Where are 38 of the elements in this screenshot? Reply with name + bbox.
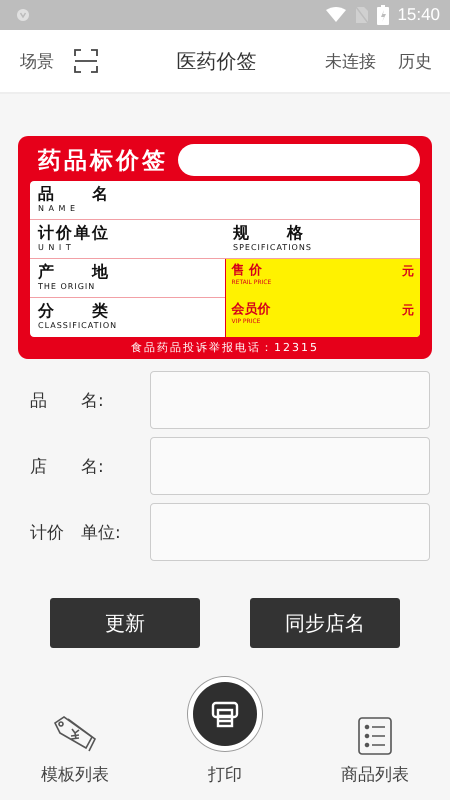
scene-link[interactable]: 场景 — [20, 50, 54, 72]
field-label-english: CLASSIFICATION — [38, 321, 118, 331]
history-link[interactable]: 历史 — [398, 50, 432, 72]
field-label-english: N A M E — [38, 204, 78, 214]
scan-icon[interactable] — [74, 49, 98, 73]
currency-unit: 元 — [402, 302, 414, 319]
list-icon — [358, 717, 392, 755]
nav-tab[interactable]: 打印 — [208, 763, 242, 786]
field-label-english: THE ORIGIN — [38, 282, 96, 292]
field-label: 分 类 — [38, 301, 108, 321]
update-button[interactable]: 更新 — [50, 598, 200, 648]
complaint-hotline: 食品药品投诉举报电话：12315 — [130, 340, 320, 355]
tag-title: 药品标价签 — [37, 146, 168, 176]
nav-tab[interactable]: 商品列表 — [341, 763, 409, 786]
battery-icon — [377, 5, 390, 25]
field-label: 规 格 — [233, 223, 303, 243]
sync-button[interactable]: 同步店名 — [250, 598, 400, 648]
price-label: 会员价 — [232, 302, 270, 318]
input-field[interactable] — [150, 437, 430, 495]
input-field[interactable] — [150, 371, 430, 429]
field-label-english: U N I T — [38, 243, 73, 253]
field-label: 计价 单位: — [29, 522, 122, 544]
field-label-english: SPECIFICATIONS — [233, 243, 313, 253]
nav-tab[interactable]: 模板列表 — [41, 763, 109, 786]
connection-status[interactable]: 未连接 — [325, 50, 376, 72]
status-time: 15:40 — [397, 5, 440, 25]
input-field[interactable] — [150, 503, 430, 561]
field-label: 店 名: — [29, 456, 105, 478]
field-label: 产 地 — [38, 262, 108, 282]
shield-icon — [16, 8, 30, 22]
field-label: 品 名: — [29, 390, 105, 412]
page-title: 医药价签 — [176, 48, 258, 74]
currency-unit: 元 — [402, 263, 414, 280]
price-label: 售 价 — [232, 263, 264, 279]
wifi-icon — [325, 7, 348, 23]
field-label: 计价单位 — [38, 223, 108, 243]
field-label: 品 名 — [38, 184, 108, 204]
printer-icon — [210, 699, 240, 729]
